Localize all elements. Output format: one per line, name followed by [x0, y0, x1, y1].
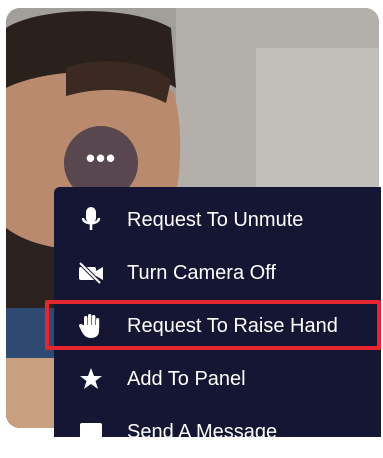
participant-options-menu: Request To Unmute Turn Camera Off Reques…: [54, 187, 381, 443]
menu-item-turn-camera-off[interactable]: Turn Camera Off: [54, 247, 381, 299]
menu-item-label: Send A Message: [127, 420, 278, 443]
camera-off-icon: [78, 260, 104, 286]
menu-item-label: Add To Panel: [127, 367, 246, 390]
menu-item-request-to-unmute[interactable]: Request To Unmute: [54, 194, 381, 246]
more-options-icon: •••: [85, 142, 117, 173]
menu-item-request-to-raise-hand[interactable]: Request To Raise Hand: [54, 300, 381, 352]
message-icon: [78, 419, 104, 445]
menu-item-send-a-message[interactable]: Send A Message: [54, 406, 381, 458]
menu-item-label: Request To Unmute: [127, 208, 304, 231]
raised-hand-icon: [78, 313, 104, 339]
star-icon: [78, 366, 104, 392]
menu-item-label: Request To Raise Hand: [127, 314, 338, 337]
menu-item-label: Turn Camera Off: [127, 261, 276, 284]
microphone-icon: [78, 207, 104, 233]
menu-item-add-to-panel[interactable]: Add To Panel: [54, 353, 381, 405]
